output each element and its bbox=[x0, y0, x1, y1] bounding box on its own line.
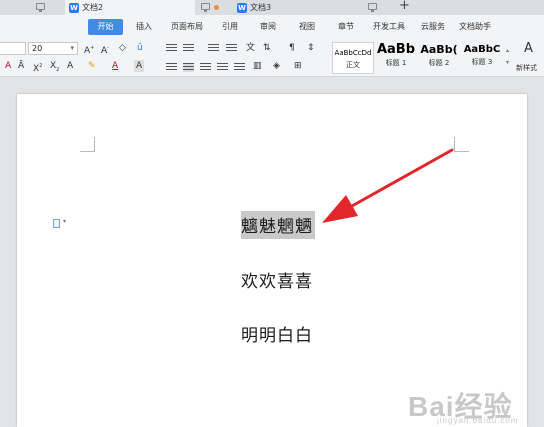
annotation-arrow-head bbox=[322, 195, 358, 223]
annotation-arrow bbox=[322, 148, 454, 223]
annotation-arrow-shaft bbox=[350, 148, 454, 208]
